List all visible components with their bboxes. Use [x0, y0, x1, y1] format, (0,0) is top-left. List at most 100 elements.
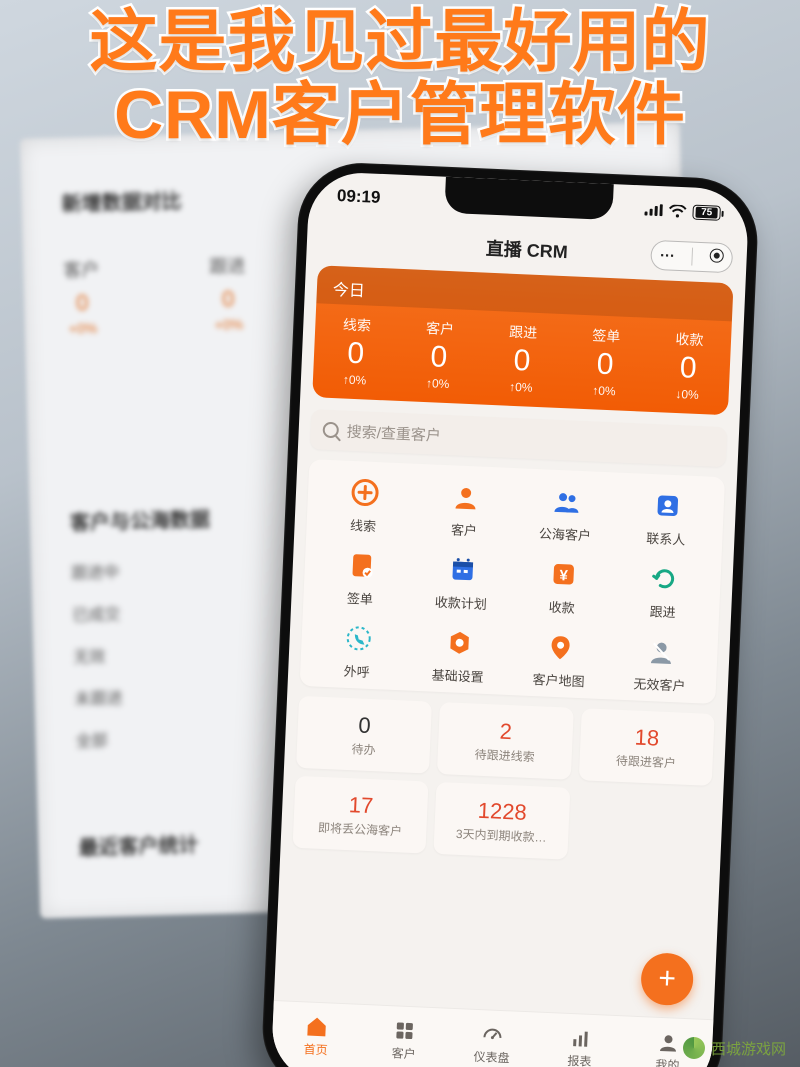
overlay-title: 这是我见过最好用的 CRM客户管理软件 [0, 6, 800, 153]
stat-label: 线索 [315, 313, 399, 337]
tab-customer-icon [392, 1018, 417, 1043]
contact-icon [650, 488, 685, 523]
task-label: 3天内到期收款… [456, 824, 547, 845]
tab-label: 我的 [655, 1056, 680, 1067]
search-placeholder: 搜索/查重客户 [346, 420, 441, 445]
tab-dashboard[interactable]: 仪表盘 [447, 1009, 538, 1067]
battery-icon: 75 [692, 204, 721, 220]
miniprogram-capsule[interactable]: ··· [650, 240, 733, 274]
stat-delta: ↑0% [313, 371, 397, 389]
feature-map[interactable]: 客户地图 [508, 628, 611, 691]
stat-4[interactable]: 收款 0 ↓0% [645, 318, 732, 416]
map-icon [542, 629, 577, 664]
feature-label: 基础设置 [431, 665, 484, 686]
tab-report[interactable]: 报表 [535, 1013, 626, 1067]
today-stats-panel[interactable]: 今日 线索 0 ↑0%客户 0 ↑0%跟进 0 ↑0%签单 0 ↑0%收款 0 [312, 265, 733, 415]
feature-customer[interactable]: 客户 [413, 478, 516, 541]
stat-value: 0 [563, 346, 648, 384]
tab-label: 报表 [567, 1052, 592, 1067]
feature-settings[interactable]: 基础设置 [407, 624, 510, 687]
phone-screen: 09:19 75 直播 CRM ··· [270, 171, 749, 1067]
search-input[interactable]: 搜索/查重客户 [310, 409, 727, 467]
task-label: 待跟进线索 [474, 745, 535, 765]
task-card-2[interactable]: 18 待跟进客户 [578, 708, 714, 786]
feature-label: 线索 [350, 515, 377, 535]
stat-delta: ↑0% [396, 375, 480, 393]
task-value: 0 [358, 712, 371, 739]
phone-notch [444, 177, 613, 220]
tab-report-icon [568, 1026, 593, 1051]
menu-icon[interactable]: ··· [660, 247, 676, 265]
feature-public-pool[interactable]: 公海客户 [514, 482, 617, 545]
feature-leads[interactable]: 线索 [312, 473, 415, 536]
feature-contact[interactable]: 联系人 [615, 487, 718, 550]
bottom-tabbar: 首页 客户 仪表盘 报表 我的 [270, 1000, 713, 1067]
stat-delta: ↑0% [479, 378, 563, 396]
stat-label: 跟进 [481, 320, 565, 344]
feature-label: 外呼 [343, 661, 370, 681]
stat-label: 客户 [398, 317, 482, 341]
stat-0[interactable]: 线索 0 ↑0% [312, 303, 399, 401]
tab-label: 客户 [391, 1044, 416, 1062]
tab-label: 仪表盘 [473, 1048, 510, 1067]
stat-value: 0 [646, 350, 731, 388]
stat-label: 收款 [647, 328, 731, 352]
feature-label: 签单 [347, 588, 374, 608]
tab-home[interactable]: 首页 [271, 1001, 362, 1067]
feature-payment-plan[interactable]: 收款计划 [410, 551, 513, 614]
task-card-3[interactable]: 17 即将丢公海客户 [293, 776, 429, 854]
tab-dashboard-icon [480, 1022, 505, 1047]
stat-1[interactable]: 客户 0 ↑0% [395, 307, 482, 405]
close-icon[interactable] [709, 248, 724, 267]
stat-value: 0 [480, 342, 565, 380]
tab-me-icon [656, 1030, 681, 1055]
tab-customer[interactable]: 客户 [359, 1005, 450, 1067]
stat-2[interactable]: 跟进 0 ↑0% [478, 310, 565, 408]
feature-label: 收款计划 [434, 592, 487, 613]
public-pool-icon [549, 484, 584, 519]
leads-icon [347, 475, 382, 510]
feature-outbound[interactable]: 外呼 [306, 619, 409, 682]
stat-value: 0 [313, 335, 398, 373]
status-time: 09:19 [337, 186, 381, 208]
feature-payment[interactable]: ¥ 收款 [511, 555, 614, 618]
task-card-0[interactable]: 0 待办 [296, 696, 432, 774]
desktop-col-num: 0 [64, 290, 101, 317]
feature-invalid[interactable]: 无效客户 [609, 632, 712, 695]
task-cards: 0 待办2 待跟进线索18 待跟进客户17 即将丢公海客户1228 3天内到期收… [293, 696, 715, 866]
desktop-col-label: 跟进 [209, 252, 246, 279]
tab-label: 首页 [303, 1040, 328, 1058]
customer-icon [448, 479, 483, 514]
svg-text:¥: ¥ [559, 567, 569, 584]
feature-label: 跟进 [649, 601, 676, 621]
payment-plan-icon [445, 552, 480, 587]
feature-followup[interactable]: 跟进 [612, 559, 715, 622]
watermark-text: 西城游戏网 [711, 1038, 786, 1059]
signal-icon [644, 203, 663, 216]
settings-icon [441, 625, 476, 660]
feature-contract[interactable]: 签单 [309, 546, 412, 609]
desktop-col-num: 0 [210, 286, 247, 313]
task-card-1[interactable]: 2 待跟进线索 [437, 702, 573, 780]
feature-label: 联系人 [646, 528, 686, 549]
search-icon [322, 422, 339, 439]
task-label: 待跟进客户 [616, 751, 677, 771]
feature-label: 客户 [451, 519, 478, 539]
stat-delta: ↓0% [645, 386, 729, 404]
desktop-col-pct: +0% [211, 316, 247, 333]
feature-label: 收款 [548, 597, 575, 617]
invalid-icon [643, 634, 678, 669]
phone-frame: 09:19 75 直播 CRM ··· [260, 160, 760, 1067]
outbound-icon [340, 621, 375, 656]
task-value: 18 [634, 724, 660, 751]
add-button[interactable]: + [640, 952, 694, 1006]
stat-label: 签单 [564, 324, 648, 348]
task-label: 即将丢公海客户 [318, 818, 403, 839]
wifi-icon [668, 204, 687, 218]
feature-label: 客户地图 [532, 669, 585, 690]
stat-3[interactable]: 签单 0 ↑0% [562, 314, 649, 412]
task-card-4[interactable]: 1228 3天内到期收款… [434, 782, 570, 860]
task-value: 2 [499, 718, 512, 745]
task-value: 1228 [477, 797, 527, 825]
stat-delta: ↑0% [562, 382, 646, 400]
